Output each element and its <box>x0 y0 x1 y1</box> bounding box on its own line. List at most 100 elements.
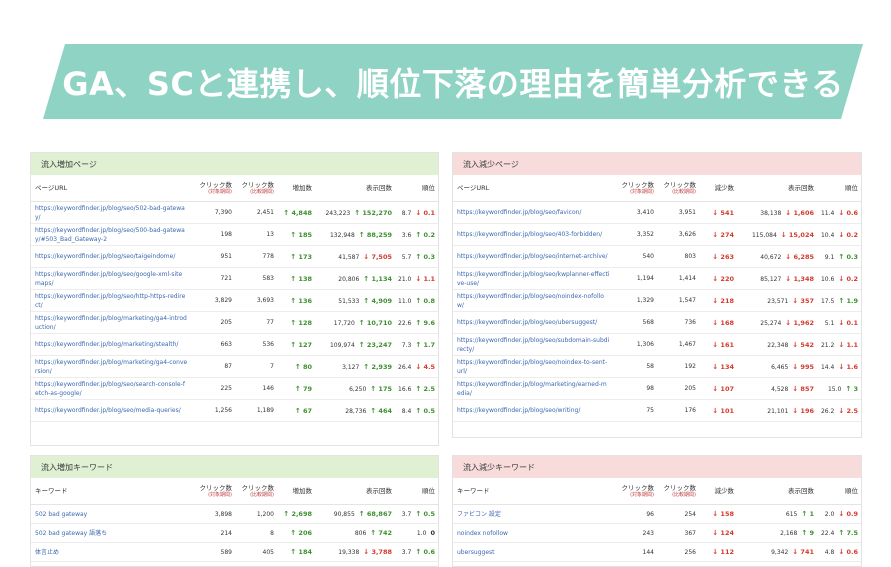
col-click-current[interactable]: クリック数 (対象期間) <box>191 478 235 505</box>
delta-cell: ↓ 220 <box>699 267 737 290</box>
col-keyword[interactable]: キーワード <box>453 478 613 505</box>
click-current-cell: 540 <box>613 245 657 268</box>
col-click-previous[interactable]: クリック数 (比較期間) <box>657 175 699 202</box>
keyword-link[interactable]: ubersuggest <box>453 542 613 562</box>
delta-cell: ↓ 107 <box>699 377 737 400</box>
rank-cell: 5.7 ↑ 0.3 <box>395 245 438 268</box>
page-url-link[interactable]: https://keywordfinder.jp/blog/marketing/… <box>31 333 191 356</box>
page-url-link[interactable]: https://keywordfinder.jp/blog/seo/subdom… <box>453 333 613 356</box>
table-row: https://keywordfinder.jp/blog/seo/kwplan… <box>453 267 861 290</box>
change-value: 185 <box>298 230 312 239</box>
rank-cell: 22.4 ↑ 7.5 <box>817 523 861 543</box>
page-url-link[interactable]: https://keywordfinder.jp/blog/marketing/… <box>453 377 613 400</box>
value-text: 26.2 <box>820 407 835 415</box>
value-text: 22,348 <box>767 341 789 349</box>
col-click-current[interactable]: クリック数 (対象期間) <box>613 478 657 505</box>
click-current-cell: 214 <box>191 523 235 543</box>
table-row: https://keywordfinder.jp/blog/seo/500-ba… <box>31 223 438 246</box>
arrow-up-icon: ↑ <box>838 252 845 261</box>
arrow-up-icon: ↑ <box>801 529 808 537</box>
arrow-up-icon: ↑ <box>290 252 297 261</box>
table-row: ubersuggest 144 256 ↓ 112 9,342 ↓ 741 4.8 ↓ 0.6 <box>453 542 861 562</box>
page-url-link[interactable]: https://keywordfinder.jp/blog/seo/noinde… <box>453 289 613 312</box>
change-value: 742 <box>378 529 392 537</box>
arrow-up-icon: ↑ <box>354 208 361 217</box>
col-impressions[interactable]: 表示回数 <box>737 478 817 505</box>
page-url-link[interactable]: https://keywordfinder.jp/blog/seo/favico… <box>453 201 613 224</box>
arrow-down-icon: ↓ <box>712 362 719 371</box>
col-click-previous[interactable]: クリック数 (比較期間) <box>235 175 277 202</box>
table-header-row: キーワード クリック数 (対象期間) クリック数 (比較期間) 増加数 表示回数 順… <box>31 478 438 505</box>
col-rank[interactable]: 順位 <box>395 478 438 505</box>
page-url-link[interactable]: https://keywordfinder.jp/blog/seo/500-ba… <box>31 223 191 246</box>
arrow-up-icon: ↑ <box>363 362 370 371</box>
value-text: 615 <box>785 511 798 518</box>
page-url-link[interactable]: https://keywordfinder.jp/blog/seo/ubersu… <box>453 311 613 334</box>
page-url-link[interactable]: https://keywordfinder.jp/blog/seo/writin… <box>453 399 613 422</box>
page-url-link[interactable]: https://keywordfinder.jp/blog/seo/kwplan… <box>453 267 613 290</box>
delta-cell: ↑ 80 <box>277 355 315 378</box>
change-value: 0.1 <box>423 208 435 217</box>
click-previous-cell: 256 <box>657 542 699 562</box>
col-delta[interactable]: 増加数 <box>277 478 315 505</box>
col-rank[interactable]: 順位 <box>817 478 861 505</box>
change-value: 0.2 <box>846 230 858 239</box>
col-url[interactable]: ページURL <box>31 175 191 202</box>
col-click-current[interactable]: クリック数 (対象期間) <box>191 175 235 202</box>
col-impressions[interactable]: 表示回数 <box>315 175 395 202</box>
keyword-link[interactable]: 体言止め <box>31 542 191 562</box>
rank-cell: 8.4 ↑ 0.5 <box>395 399 438 422</box>
delta-cell: ↓ 218 <box>699 289 737 312</box>
table-row: https://keywordfinder.jp/blog/marketing/… <box>453 377 861 400</box>
change-value: 1,962 <box>793 318 814 327</box>
col-delta[interactable]: 減少数 <box>699 175 737 202</box>
value-text: 3.7 <box>401 511 412 518</box>
col-url[interactable]: ページURL <box>453 175 613 202</box>
keyword-link[interactable]: noindex nofollow <box>453 523 613 543</box>
col-click-previous[interactable]: クリック数 (比較期間) <box>235 478 277 505</box>
change-value: 88,259 <box>366 230 392 239</box>
page-url-link[interactable]: https://keywordfinder.jp/blog/seo/taigei… <box>31 245 191 268</box>
click-current-cell: 144 <box>613 542 657 562</box>
col-rank[interactable]: 順位 <box>395 175 438 202</box>
click-current-cell: 1,329 <box>613 289 657 312</box>
page-url-link[interactable]: https://keywordfinder.jp/blog/seo/media-… <box>31 399 191 422</box>
page-url-link[interactable]: https://keywordfinder.jp/blog/seo/intern… <box>453 245 613 268</box>
change-value: 2,939 <box>371 362 392 371</box>
page-url-link[interactable]: https://keywordfinder.jp/blog/seo/403-fo… <box>453 223 613 246</box>
col-keyword[interactable]: キーワード <box>31 478 191 505</box>
keyword-link[interactable]: ファビコン 設定 <box>453 504 613 524</box>
table-header-row: キーワード クリック数 (対象期間) クリック数 (比較期間) 減少数 表示回数 順… <box>453 478 861 505</box>
col-click-current[interactable]: クリック数 (対象期間) <box>613 175 657 202</box>
page-url-link[interactable]: https://keywordfinder.jp/blog/marketing/… <box>31 311 191 334</box>
page-url-link[interactable]: https://keywordfinder.jp/blog/seo/search… <box>31 377 191 400</box>
value-text: 85,127 <box>760 275 782 283</box>
value-text: 19,338 <box>338 549 360 556</box>
arrow-down-icon: ↓ <box>792 362 799 371</box>
col-delta[interactable]: 減少数 <box>699 478 737 505</box>
click-current-cell: 7,390 <box>191 201 235 224</box>
page-url-link[interactable]: https://keywordfinder.jp/blog/seo/502-ba… <box>31 201 191 224</box>
change-value: 101 <box>720 406 734 415</box>
col-click-previous[interactable]: クリック数 (比較期間) <box>657 478 699 505</box>
col-rank[interactable]: 順位 <box>817 175 861 202</box>
table-header-row: ページURL クリック数 (対象期間) クリック数 (比較期間) 減少数 表示回数 … <box>453 175 861 202</box>
click-previous-cell: 367 <box>657 523 699 543</box>
delta-cell: ↓ 124 <box>699 523 737 543</box>
page-url-link[interactable]: https://keywordfinder.jp/blog/marketing/… <box>31 355 191 378</box>
arrow-up-icon: ↑ <box>294 362 301 371</box>
panel-increase-pages: 流入増加ページ ページURL クリック数 (対象期間) クリック数 (比較期間) 増… <box>30 152 439 446</box>
keyword-link[interactable]: 502 bad gateway <box>31 504 191 524</box>
arrow-down-icon: ↓ <box>712 510 719 518</box>
col-delta[interactable]: 増加数 <box>277 175 315 202</box>
change-value: 541 <box>720 208 734 217</box>
arrow-up-icon: ↑ <box>283 510 290 518</box>
page-url-link[interactable]: https://keywordfinder.jp/blog/seo/google… <box>31 267 191 290</box>
page-url-link[interactable]: https://keywordfinder.jp/blog/seo/http-h… <box>31 289 191 312</box>
panel-title: 流入減少ページ <box>463 159 519 169</box>
col-impressions[interactable]: 表示回数 <box>315 478 395 505</box>
page-url-link[interactable]: https://keywordfinder.jp/blog/seo/noinde… <box>453 355 613 378</box>
keyword-link[interactable]: 502 bad gateway 語落ち <box>31 523 191 543</box>
col-impressions[interactable]: 表示回数 <box>737 175 817 202</box>
change-value: 1.7 <box>423 340 435 349</box>
